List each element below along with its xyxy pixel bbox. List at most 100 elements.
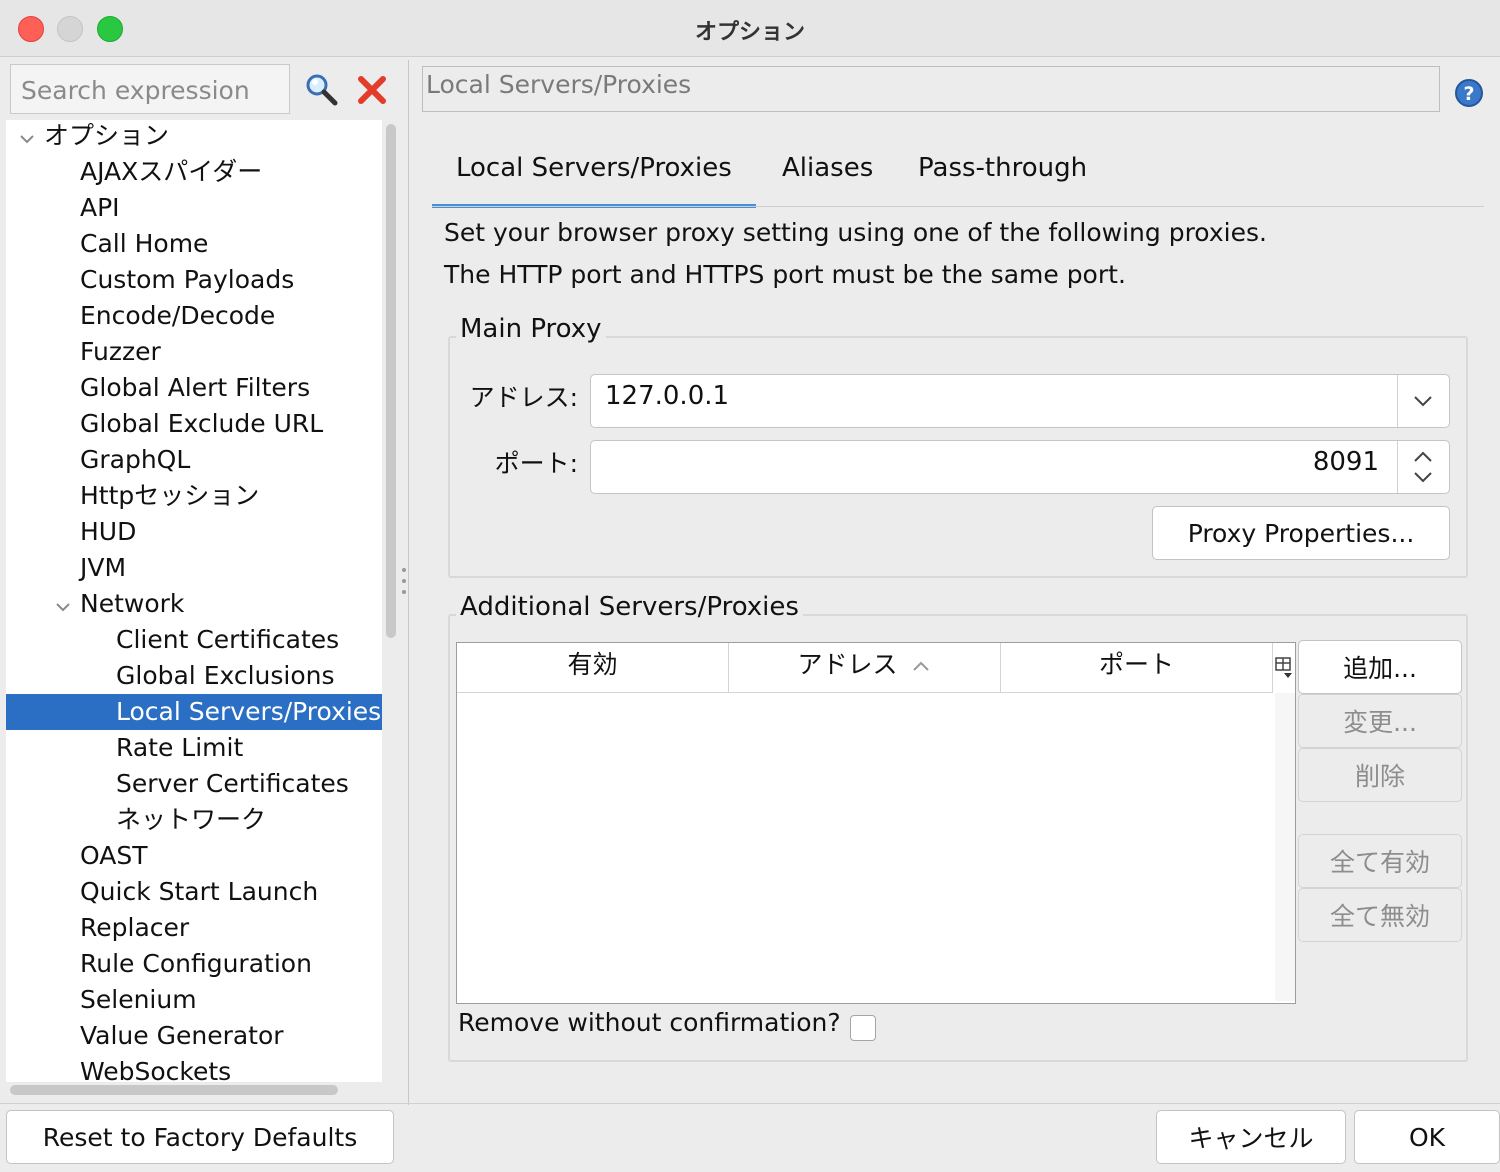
tree-item-label: ネットワーク: [116, 805, 267, 834]
tree-item[interactable]: GraphQL: [6, 442, 382, 478]
tree-item[interactable]: Httpセッション: [6, 478, 382, 514]
tree-item[interactable]: オプション: [6, 120, 382, 154]
tree-item-label: Global Exclude URL: [80, 409, 324, 438]
tree-item-label: Rule Configuration: [80, 949, 312, 978]
tree-item[interactable]: Network: [6, 586, 382, 622]
search-icon[interactable]: [304, 72, 338, 106]
tree-item-label: Custom Payloads: [80, 265, 295, 294]
tree-item-label: Network: [80, 589, 185, 618]
port-label: ポート:: [494, 449, 578, 478]
chevron-down-icon[interactable]: [1411, 391, 1435, 411]
address-value: 127.0.0.1: [605, 381, 730, 411]
tree-item[interactable]: OAST: [6, 838, 382, 874]
tree-item[interactable]: API: [6, 190, 382, 226]
tree-vertical-scrollbar[interactable]: [386, 124, 396, 638]
tab-pass-through[interactable]: Pass-through: [894, 140, 1111, 204]
tree-item[interactable]: Rate Limit: [6, 730, 382, 766]
tree-item[interactable]: Value Generator: [6, 1018, 382, 1054]
clear-search-icon[interactable]: [356, 74, 388, 106]
panel-title: Local Servers/Proxies: [422, 66, 1440, 112]
pane-splitter[interactable]: [408, 60, 409, 1105]
remove-button[interactable]: 削除: [1298, 748, 1462, 802]
table-scroll-track: [1275, 693, 1295, 1001]
tree-item[interactable]: ネットワーク: [6, 802, 382, 838]
tree-item[interactable]: JVM: [6, 550, 382, 586]
modify-button[interactable]: 変更...: [1298, 694, 1462, 748]
tree-item-label: オプション: [44, 121, 170, 150]
window-title: オプション: [694, 20, 805, 45]
column-header-enabled[interactable]: 有効: [457, 643, 729, 693]
tab-local-servers-proxies[interactable]: Local Servers/Proxies: [432, 140, 756, 208]
main-proxy-group-label: Main Proxy: [456, 314, 606, 344]
options-dialog: オプション オプション AJAXスパイダー API Call Home Custom P…: [0, 0, 1500, 1172]
tree-item[interactable]: Global Exclusions: [6, 658, 382, 694]
port-value: 8091: [1312, 447, 1379, 477]
tree-item[interactable]: Quick Start Launch: [6, 874, 382, 910]
enable-all-button[interactable]: 全て有効: [1298, 834, 1462, 888]
tree-item[interactable]: Local Servers/Proxies: [6, 694, 382, 730]
tree-item-label: OAST: [80, 841, 148, 870]
tree-item-label: API: [80, 193, 120, 222]
tree-item[interactable]: Global Alert Filters: [6, 370, 382, 406]
description-line-1: Set your browser proxy setting using one…: [444, 218, 1267, 247]
tree-item[interactable]: Server Certificates: [6, 766, 382, 802]
svg-text:?: ?: [1463, 83, 1474, 105]
tree-item-label: Quick Start Launch: [80, 877, 319, 906]
tree-item-label: Fuzzer: [80, 337, 161, 366]
tree-item-label: WebSockets: [80, 1057, 232, 1082]
title-bar: オプション: [0, 0, 1500, 57]
chevron-down-icon[interactable]: [18, 130, 36, 148]
description-line-2: The HTTP port and HTTPS port must be the…: [444, 260, 1126, 289]
tree-horizontal-scrollbar[interactable]: [10, 1085, 338, 1095]
column-control-icon[interactable]: [1273, 655, 1295, 679]
additional-proxies-group-label: Additional Servers/Proxies: [456, 592, 803, 622]
tree-item-label: Replacer: [80, 913, 190, 942]
tree-item-label: Httpセッション: [80, 481, 260, 510]
tree-item[interactable]: Fuzzer: [6, 334, 382, 370]
add-button[interactable]: 追加...: [1298, 640, 1462, 694]
search-box: [10, 64, 290, 114]
tree-item-label: GraphQL: [80, 445, 191, 474]
tree-item-label: HUD: [80, 517, 137, 546]
chevron-up-icon[interactable]: [1411, 449, 1435, 465]
disable-all-button[interactable]: 全て無効: [1298, 888, 1462, 942]
reset-defaults-button[interactable]: Reset to Factory Defaults: [6, 1110, 394, 1164]
tree-item-label: Selenium: [80, 985, 197, 1014]
options-tree: オプション AJAXスパイダー API Call Home Custom Payload…: [6, 120, 382, 1082]
column-header-address[interactable]: アドレス: [729, 643, 1001, 693]
search-input[interactable]: [19, 71, 283, 109]
cancel-button[interactable]: キャンセル: [1156, 1110, 1346, 1164]
tree-item[interactable]: HUD: [6, 514, 382, 550]
tree-item[interactable]: Replacer: [6, 910, 382, 946]
splitter-grip-icon[interactable]: [401, 566, 407, 596]
chevron-down-icon[interactable]: [54, 598, 72, 616]
tree-item[interactable]: Custom Payloads: [6, 262, 382, 298]
tree-item-label: Client Certificates: [116, 625, 340, 654]
column-header-port[interactable]: ポート: [1001, 643, 1273, 693]
port-spinner[interactable]: 8091: [590, 440, 1450, 494]
ok-button[interactable]: OK: [1354, 1110, 1500, 1164]
tree-item[interactable]: Rule Configuration: [6, 946, 382, 982]
additional-proxies-table[interactable]: 有効 アドレス ポート: [456, 642, 1296, 1004]
tree-item[interactable]: Encode/Decode: [6, 298, 382, 334]
sort-ascending-icon: [913, 661, 930, 671]
tree-item[interactable]: WebSockets: [6, 1054, 382, 1082]
tab-bar: Local Servers/Proxies Aliases Pass-throu…: [432, 140, 1484, 208]
tree-item[interactable]: Global Exclude URL: [6, 406, 382, 442]
tree-item-label: Call Home: [80, 229, 209, 258]
footer-divider: [0, 1103, 1500, 1104]
tree-item[interactable]: Selenium: [6, 982, 382, 1018]
tree-item[interactable]: Call Home: [6, 226, 382, 262]
proxy-properties-button[interactable]: Proxy Properties...: [1152, 506, 1450, 560]
remove-confirmation-checkbox[interactable]: [850, 1015, 876, 1041]
tree-item-label: Rate Limit: [116, 733, 244, 762]
tree-item[interactable]: Client Certificates: [6, 622, 382, 658]
address-combo[interactable]: 127.0.0.1: [590, 374, 1450, 428]
tree-item-label: AJAXスパイダー: [80, 157, 263, 186]
tree-item[interactable]: AJAXスパイダー: [6, 154, 382, 190]
chevron-down-icon[interactable]: [1411, 469, 1435, 485]
tab-aliases[interactable]: Aliases: [758, 140, 897, 204]
tree-item-label: Value Generator: [80, 1021, 284, 1050]
help-icon[interactable]: ?: [1454, 78, 1484, 108]
tree-item-label: Local Servers/Proxies: [116, 697, 382, 726]
